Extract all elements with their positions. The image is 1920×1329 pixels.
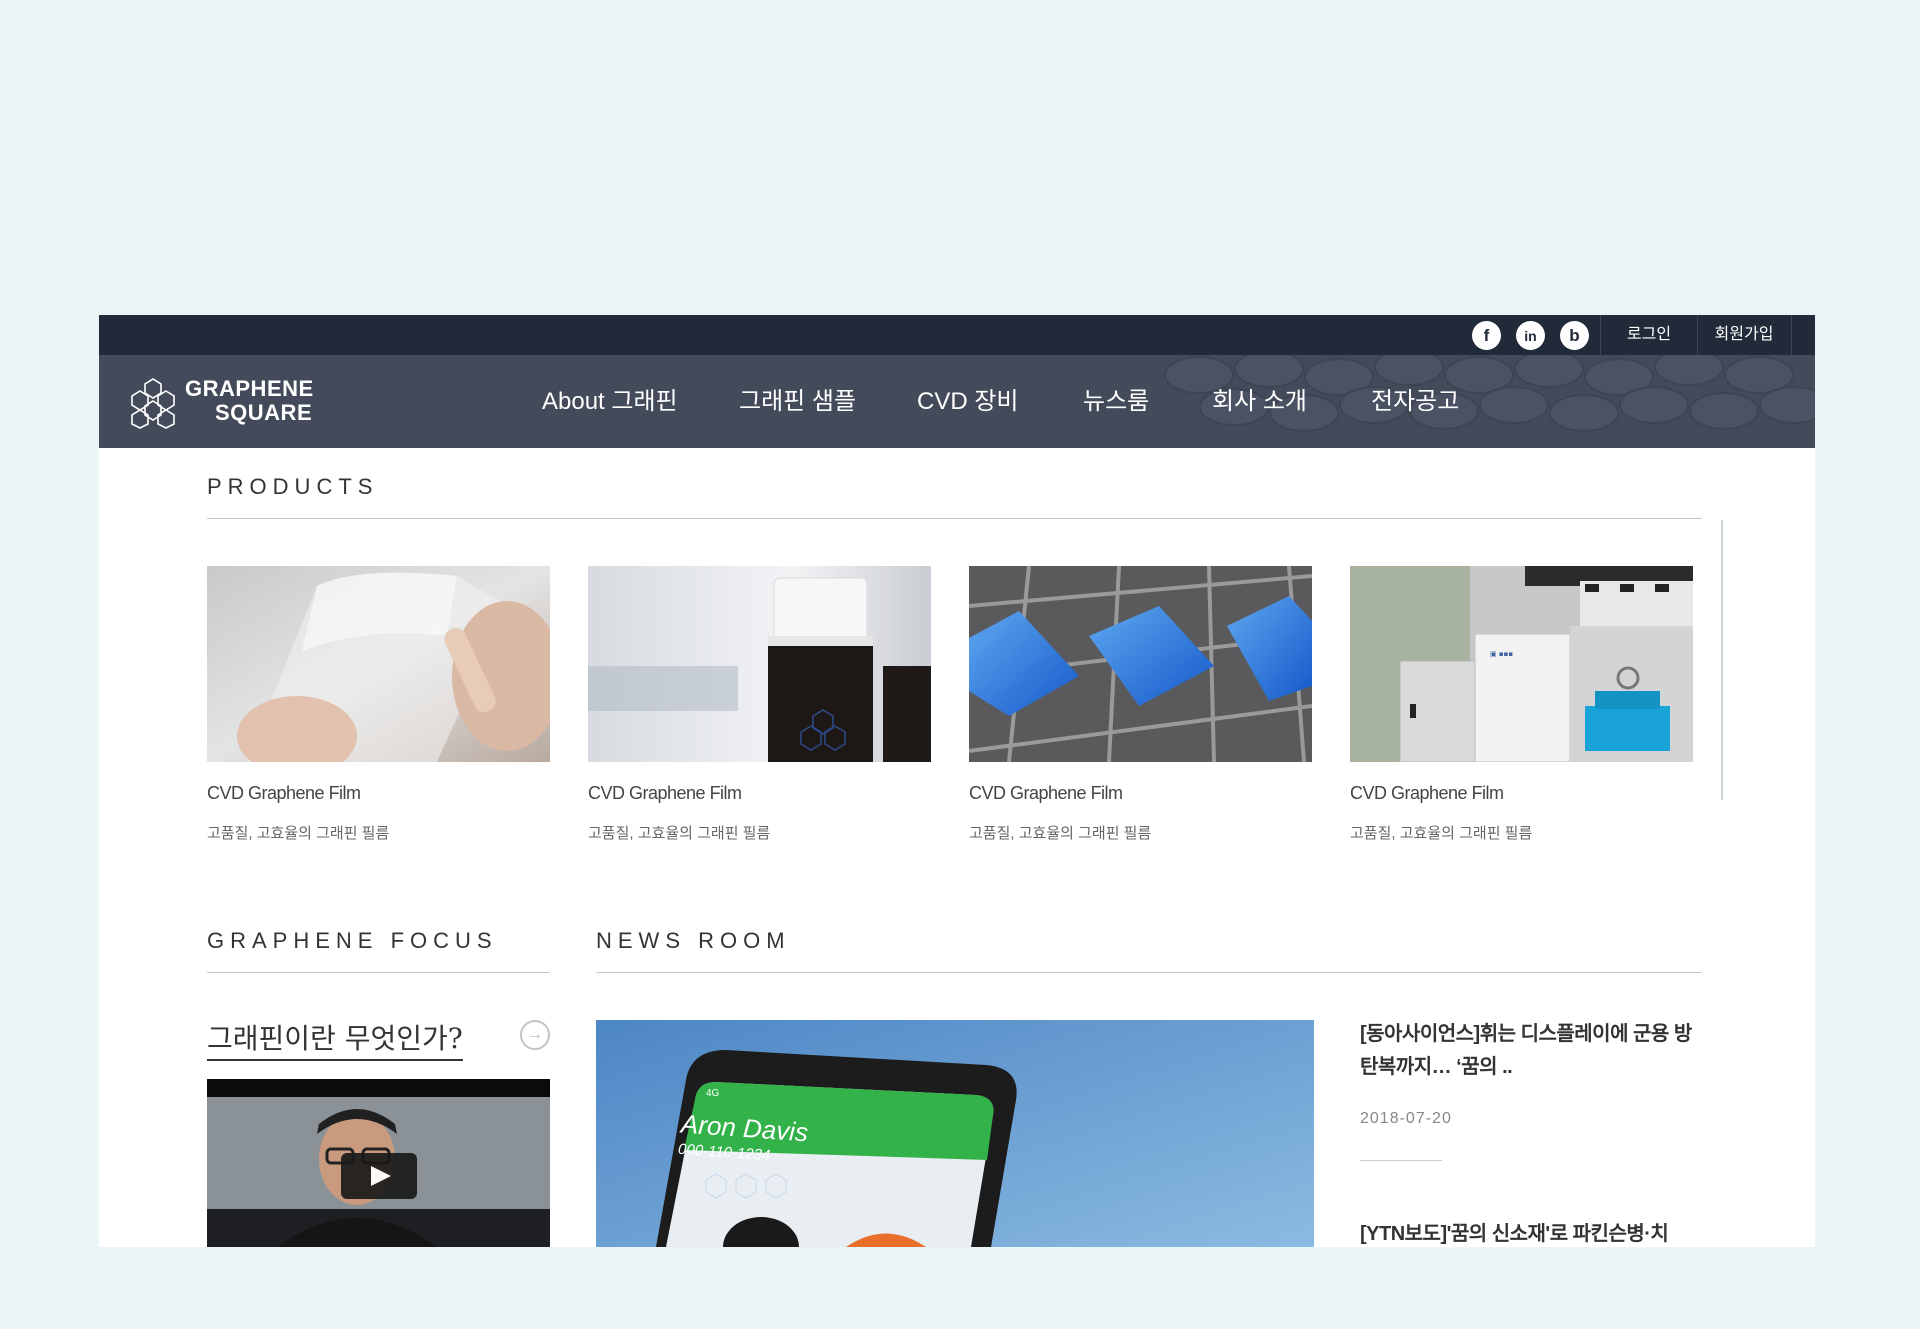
phone-signal-label: 4G	[706, 1088, 720, 1099]
nav-company[interactable]: 회사 소개	[1212, 355, 1307, 448]
play-button[interactable]	[341, 1153, 417, 1199]
facebook-icon[interactable]: f	[1472, 321, 1501, 350]
news-item-1-title[interactable]: [동아사이언스]휘는 디스플레이에 군용 방탄복까지… ‘꿈의 ..	[1360, 1018, 1700, 1084]
company-logo[interactable]: GRAPHENE SQUARE	[128, 377, 318, 429]
divider	[596, 972, 1702, 973]
arrow-right-icon[interactable]: →	[520, 1020, 550, 1050]
divider	[1360, 1160, 1442, 1161]
divider	[207, 518, 1702, 519]
linkedin-icon[interactable]: in	[1516, 321, 1545, 350]
product-card-4-title[interactable]: CVD Graphene Film	[1350, 783, 1504, 804]
nav-newsroom[interactable]: 뉴스룸	[1083, 355, 1149, 448]
product-card-1-title[interactable]: CVD Graphene Film	[207, 783, 361, 804]
video-player[interactable]	[207, 1079, 550, 1247]
nav-about-graphene[interactable]: About 그래핀	[542, 355, 678, 448]
logo-line-1: GRAPHENE	[185, 376, 314, 401]
product-card-2-image[interactable]	[588, 566, 931, 762]
product-card-1-subtitle: 고품질, 고효율의 그래핀 필름	[207, 825, 390, 842]
logo-wordmark: GRAPHENE SQUARE	[185, 377, 314, 425]
login-link[interactable]: 로그인	[1601, 315, 1697, 355]
play-icon	[371, 1166, 391, 1186]
product-card-3-image[interactable]	[969, 566, 1312, 762]
news-item-1-date: 2018-07-20	[1360, 1110, 1452, 1127]
product-card-4-image[interactable]: ▣ ▪▪▪	[1350, 566, 1693, 762]
product-card-3-title[interactable]: CVD Graphene Film	[969, 783, 1123, 804]
svg-text:▣ ▪▪▪: ▣ ▪▪▪	[1490, 650, 1513, 658]
graphene-focus-section-title: GRAPHENE FOCUS	[207, 928, 498, 953]
product-card-3-subtitle: 고품질, 고효율의 그래핀 필름	[969, 825, 1152, 842]
main-navbar: GRAPHENE SQUARE About 그래핀 그래핀 샘플 CVD 장비 …	[99, 355, 1815, 448]
signup-link[interactable]: 회원가입	[1698, 315, 1790, 355]
product-card-2-subtitle: 고품질, 고효율의 그래핀 필름	[588, 825, 771, 842]
divider	[207, 972, 550, 973]
nav-graphene-sample[interactable]: 그래핀 샘플	[739, 355, 856, 448]
product-card-1-image[interactable]	[207, 566, 550, 762]
utility-bar: f in b 로그인 회원가입	[99, 315, 1815, 355]
scrollbar[interactable]	[1721, 520, 1723, 800]
products-section-title: PRODUCTS	[207, 474, 379, 499]
graphene-logo-icon	[131, 378, 175, 429]
product-card-2-title[interactable]: CVD Graphene Film	[588, 783, 742, 804]
logo-line-2: SQUARE	[215, 400, 313, 425]
news-item-2-title[interactable]: [YTN보도]'꿈의 신소재'로 파킨슨병·치	[1360, 1218, 1700, 1247]
newsroom-section-title: NEWS ROOM	[596, 928, 791, 953]
product-card-4-subtitle: 고품질, 고효율의 그래핀 필름	[1350, 825, 1533, 842]
browser-page: f in b 로그인 회원가입 GRAPHENE SQUARE About 그래…	[99, 315, 1815, 1247]
nav-notices[interactable]: 전자공고	[1371, 355, 1459, 448]
news-featured-image[interactable]: 4G Aron Davis 000-110-1234	[596, 1020, 1314, 1247]
nav-cvd-equipment[interactable]: CVD 장비	[917, 355, 1019, 448]
divider	[1791, 315, 1792, 355]
what-is-graphene-link[interactable]: 그래핀이란 무엇인가?	[207, 1017, 463, 1061]
blog-icon[interactable]: b	[1560, 321, 1589, 350]
